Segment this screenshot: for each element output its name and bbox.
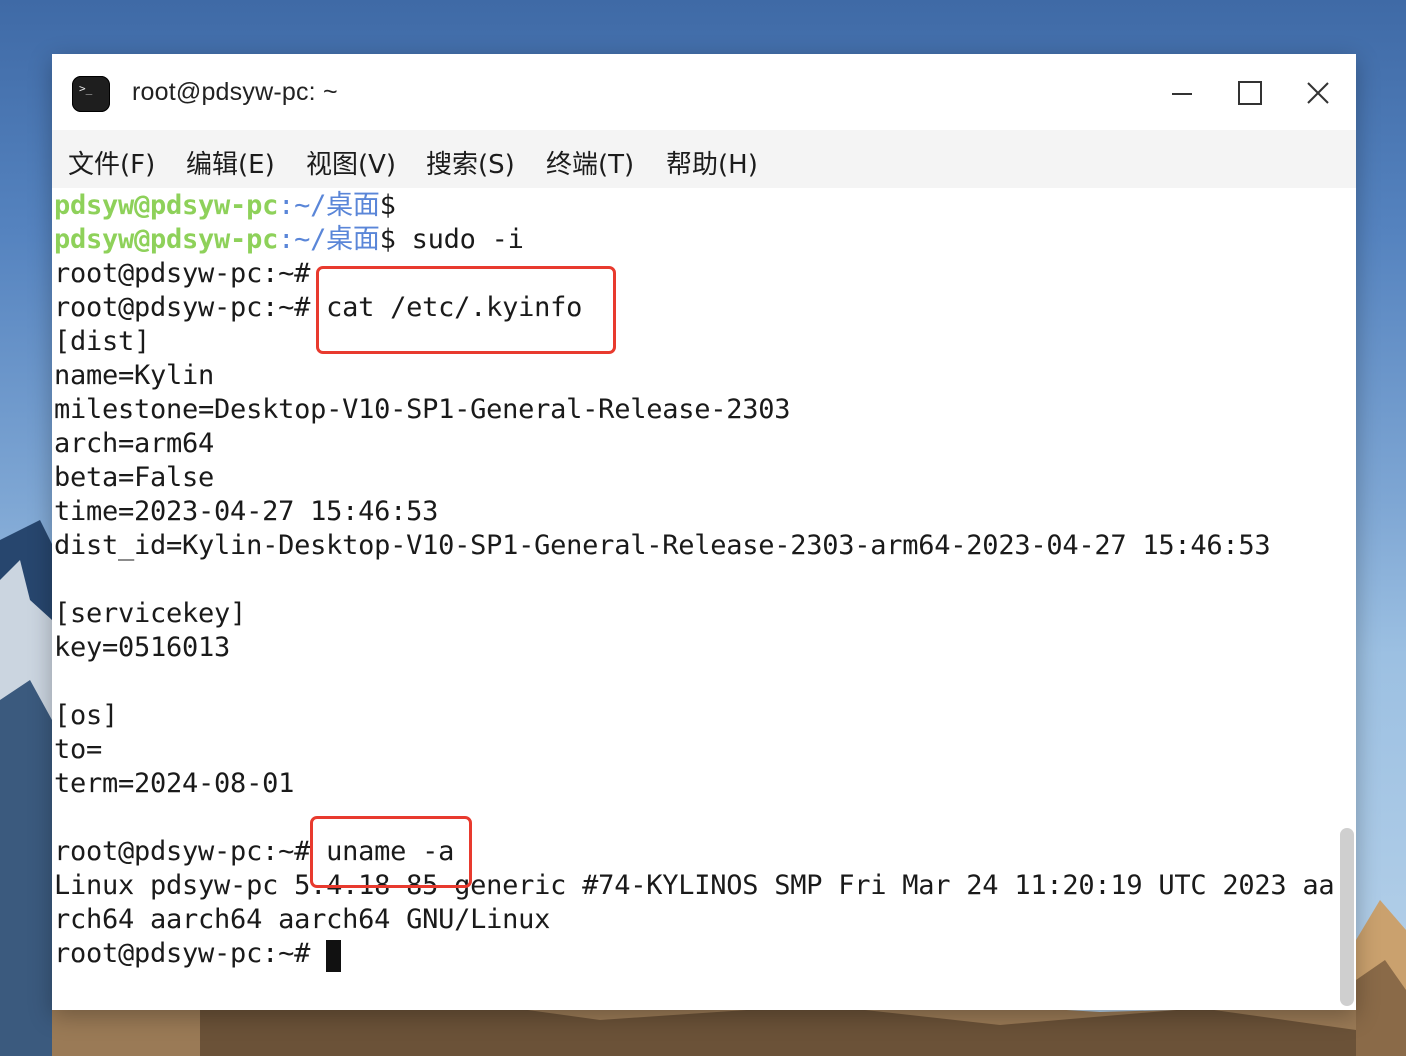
window-title: root@pdsyw-pc: ~	[132, 78, 338, 106]
menu-terminal[interactable]: 终端(T)	[546, 144, 634, 181]
terminal-line: milestone=Desktop-V10-SP1-General-Releas…	[54, 394, 791, 425]
terminal-line: Linux pdsyw-pc 5.4.18-85-generic #74-KYL…	[54, 870, 1335, 901]
terminal-line: arch=arm64	[54, 428, 215, 459]
terminal-line: beta=False	[54, 462, 215, 493]
minimize-button[interactable]	[1162, 74, 1202, 114]
terminal-app-icon-glyph: >_	[79, 82, 93, 95]
terminal-line: term=2024-08-01	[54, 768, 295, 799]
terminal-line: pdsyw@pdsyw-pc:~/桌面$ sudo -i	[54, 223, 524, 257]
prompt-user: pdsyw@pdsyw-pc	[54, 224, 279, 255]
menu-file[interactable]: 文件(F)	[68, 144, 155, 181]
minimize-icon	[1172, 93, 1192, 95]
menu-help[interactable]: 帮助(H)	[666, 144, 758, 181]
maximize-icon	[1238, 81, 1262, 105]
maximize-button[interactable]	[1230, 74, 1270, 114]
menu-edit[interactable]: 编辑(E)	[186, 144, 275, 181]
prompt-path: :~/桌面	[278, 190, 380, 221]
terminal-app-icon: >_	[72, 76, 110, 112]
terminal-line: pdsyw@pdsyw-pc:~/桌面$	[54, 189, 396, 223]
prompt-path: :~/桌面	[278, 224, 380, 255]
terminal-line-text: sudo -i	[395, 224, 524, 255]
terminal-line: [dist]	[54, 326, 151, 357]
menu-search[interactable]: 搜索(S)	[426, 144, 515, 181]
terminal-line: rch64 aarch64 aarch64 GNU/Linux	[54, 904, 551, 935]
scrollbar-thumb[interactable]	[1340, 828, 1354, 1006]
highlight-box-kyinfo	[316, 266, 616, 354]
terminal-line: key=0516013	[54, 632, 231, 663]
menu-bar: 文件(F) 编辑(E) 视图(V) 搜索(S) 终端(T) 帮助(H)	[52, 130, 1356, 188]
prompt-symbol: $	[379, 190, 396, 221]
terminal-cursor	[326, 940, 341, 972]
close-icon	[1307, 82, 1329, 104]
terminal-line: dist_id=Kylin-Desktop-V10-SP1-General-Re…	[54, 530, 1271, 561]
terminal-line: to=	[54, 734, 103, 765]
terminal-line: root@pdsyw-pc:~#	[54, 258, 311, 289]
terminal-line: time=2023-04-27 15:46:53	[54, 496, 439, 527]
prompt-symbol: $	[379, 224, 396, 255]
menu-view[interactable]: 视图(V)	[306, 144, 396, 181]
close-button[interactable]	[1298, 74, 1338, 114]
terminal-line: name=Kylin	[54, 360, 215, 391]
title-bar[interactable]: >_ root@pdsyw-pc: ~	[52, 54, 1356, 130]
terminal-output[interactable]: pdsyw@pdsyw-pc:~/桌面$ pdsyw@pdsyw-pc:~/桌面…	[52, 188, 1356, 1010]
terminal-window: >_ root@pdsyw-pc: ~ 文件(F) 编辑(E) 视图(V) 搜索…	[52, 54, 1356, 1010]
terminal-line: root@pdsyw-pc:~#	[54, 938, 327, 969]
highlight-box-uname	[310, 816, 472, 888]
terminal-line: [os]	[54, 700, 119, 731]
prompt-user: pdsyw@pdsyw-pc	[54, 190, 279, 221]
terminal-line: [servicekey]	[54, 598, 247, 629]
